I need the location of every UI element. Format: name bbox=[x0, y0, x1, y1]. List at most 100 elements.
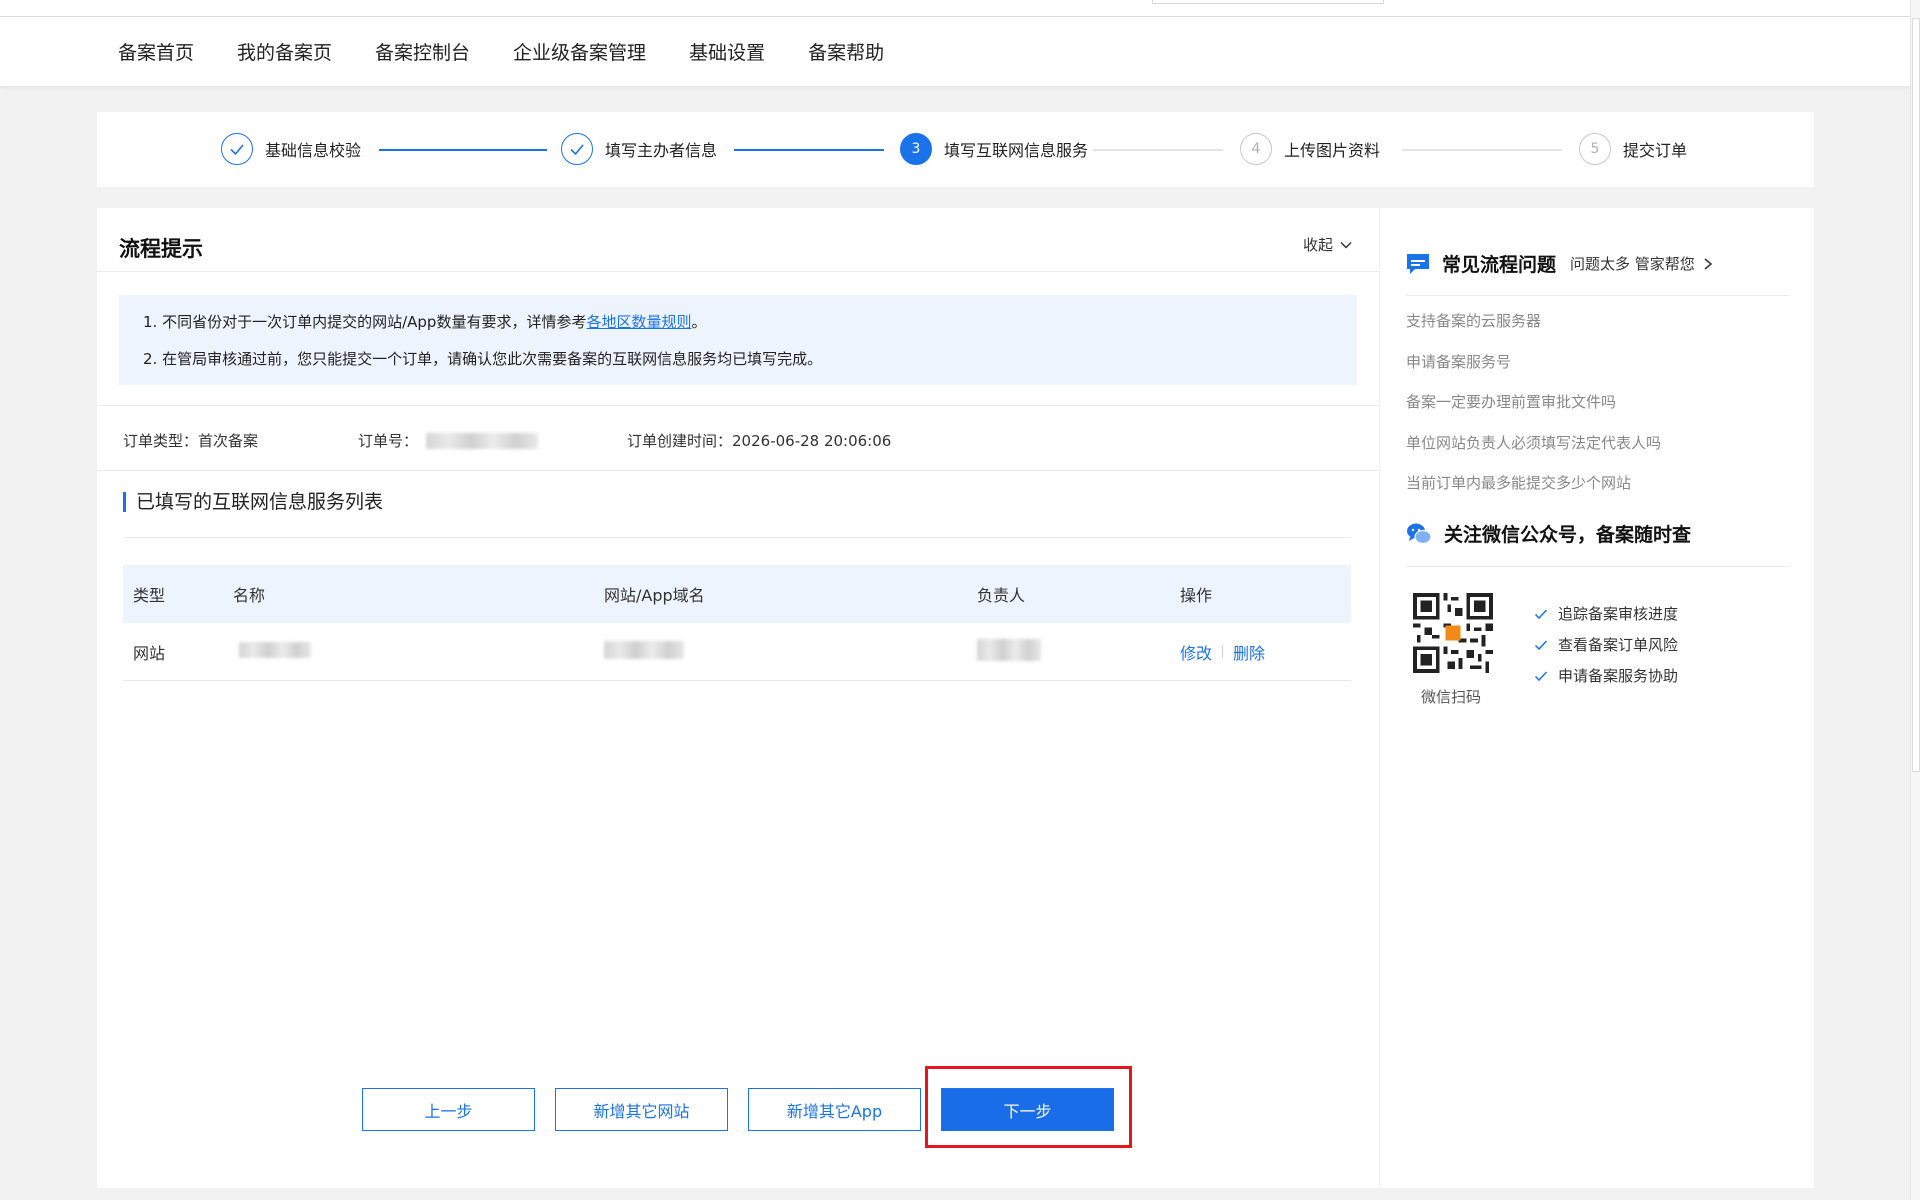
main-panel: 流程提示 收起 1. 不同省份对于一次订单内提交的网站/App数量有要求，详情参… bbox=[97, 208, 1379, 1188]
tip-text: 1. 不同省份对于一次订单内提交的网站/App数量有要求，详情参考 bbox=[143, 313, 587, 331]
collapse-button[interactable]: 收起 bbox=[1303, 234, 1353, 255]
chevron-right-icon bbox=[1704, 257, 1712, 270]
step-connector bbox=[1402, 149, 1562, 151]
col-owner: 负责人 bbox=[977, 586, 1026, 605]
order-number-label: 订单号： bbox=[358, 432, 419, 450]
divider bbox=[97, 405, 1379, 406]
main-nav: 备案首页 我的备案页 备案控制台 企业级备案管理 基础设置 备案帮助 bbox=[0, 17, 1910, 86]
progress-stepper: 基础信息校验 填写主办者信息 3 填写互联网信息服务 4 上传图片资料 5 提交… bbox=[97, 112, 1814, 187]
feature-text: 查看备案订单风险 bbox=[1558, 636, 1679, 654]
nav-item-settings[interactable]: 基础设置 bbox=[689, 38, 765, 65]
row-actions: 修改 删除 bbox=[1180, 640, 1351, 664]
step-label: 基础信息校验 bbox=[265, 141, 362, 160]
edit-link[interactable]: 修改 bbox=[1180, 640, 1212, 664]
step-upload-images: 4 上传图片资料 bbox=[1240, 132, 1380, 166]
redacted-order-number bbox=[426, 432, 539, 449]
order-number: 订单号： bbox=[358, 430, 539, 451]
order-time-label: 订单创建时间： bbox=[627, 432, 733, 450]
tip-box: 1. 不同省份对于一次订单内提交的网站/App数量有要求，详情参考各地区数量规则… bbox=[119, 295, 1357, 385]
col-actions: 操作 bbox=[1180, 586, 1213, 605]
divider bbox=[1406, 566, 1790, 567]
feature-text: 追踪备案审核进度 bbox=[1558, 605, 1679, 623]
divider bbox=[123, 537, 1351, 538]
wechat-icon bbox=[1407, 523, 1432, 544]
order-type: 订单类型： 首次备案 bbox=[123, 430, 258, 451]
wechat-feature: 申请备案服务协助 bbox=[1534, 665, 1678, 686]
step-number: 5 bbox=[1579, 133, 1611, 165]
top-search-box[interactable] bbox=[1152, 0, 1384, 4]
page-scrollbar[interactable] bbox=[1910, 0, 1920, 1200]
wechat-feature: 查看备案订单风险 bbox=[1534, 634, 1678, 655]
redacted-domain bbox=[604, 640, 684, 659]
redacted-owner bbox=[977, 638, 1041, 661]
col-domain: 网站/App域名 bbox=[604, 586, 705, 605]
step-label: 填写互联网信息服务 bbox=[944, 141, 1089, 160]
check-icon bbox=[221, 133, 253, 165]
faq-help-link[interactable]: 问题太多 管家帮您 bbox=[1570, 253, 1715, 274]
tip-line-1: 1. 不同省份对于一次订单内提交的网站/App数量有要求，详情参考各地区数量规则… bbox=[143, 312, 1357, 332]
region-rules-link[interactable]: 各地区数量规则 bbox=[586, 313, 691, 331]
divider bbox=[97, 470, 1379, 471]
nav-item-enterprise[interactable]: 企业级备案管理 bbox=[513, 38, 646, 65]
feature-text: 申请备案服务协助 bbox=[1558, 667, 1679, 685]
step-connector bbox=[1093, 149, 1223, 151]
service-table: 类型 名称 网站/App域名 负责人 操作 网站 修改 删除 bbox=[123, 565, 1351, 681]
step-label: 上传图片资料 bbox=[1284, 141, 1381, 160]
wechat-feature: 追踪备案审核进度 bbox=[1534, 603, 1678, 624]
nav-item-console[interactable]: 备案控制台 bbox=[375, 38, 470, 65]
wechat-qr-code bbox=[1413, 593, 1493, 677]
wechat-title: 关注微信公众号，备案随时查 bbox=[1444, 524, 1692, 546]
tip-text: 。 bbox=[691, 313, 707, 331]
check-icon bbox=[561, 133, 593, 165]
row-owner bbox=[977, 638, 1180, 665]
tip-line-2: 2. 在管局审核通过前，您只能提交一个订单，请确认您此次需要备案的互联网信息服务… bbox=[143, 350, 823, 368]
row-domain bbox=[604, 640, 977, 663]
nav-item-home[interactable]: 备案首页 bbox=[118, 38, 194, 65]
faq-question[interactable]: 支持备案的云服务器 bbox=[1406, 310, 1541, 331]
chevron-down-icon bbox=[1340, 241, 1352, 249]
col-name: 名称 bbox=[233, 586, 266, 605]
check-icon bbox=[1534, 608, 1548, 619]
step-connector bbox=[379, 149, 547, 151]
redacted-name bbox=[239, 641, 311, 658]
qr-code-icon bbox=[1413, 593, 1493, 673]
service-list-title: 已填写的互联网信息服务列表 bbox=[123, 492, 383, 512]
table-row: 网站 修改 删除 bbox=[123, 623, 1351, 681]
delete-link[interactable]: 删除 bbox=[1233, 640, 1265, 664]
step-connector bbox=[734, 149, 884, 151]
add-app-button[interactable]: 新增其它App bbox=[748, 1088, 921, 1131]
qr-label: 微信扫码 bbox=[1421, 688, 1482, 706]
check-icon bbox=[1534, 639, 1548, 650]
action-separator bbox=[1222, 645, 1224, 658]
faq-question[interactable]: 备案一定要办理前置审批文件吗 bbox=[1406, 391, 1616, 412]
order-time-value: 2026-06-28 20:06:06 bbox=[732, 431, 892, 450]
step-submit-order: 5 提交订单 bbox=[1579, 132, 1687, 166]
nav-item-my-filing[interactable]: 我的备案页 bbox=[237, 38, 332, 65]
faq-title: 常见流程问题 bbox=[1442, 254, 1557, 276]
step-sponsor-info: 填写主办者信息 bbox=[561, 132, 717, 166]
scrollbar-thumb[interactable] bbox=[1912, 18, 1920, 772]
collapse-label: 收起 bbox=[1302, 236, 1333, 254]
flow-title: 流程提示 bbox=[119, 237, 203, 261]
row-name bbox=[231, 641, 604, 662]
faq-question[interactable]: 当前订单内最多能提交多少个网站 bbox=[1406, 472, 1631, 493]
table-header: 类型 名称 网站/App域名 负责人 操作 bbox=[123, 565, 1351, 623]
divider bbox=[1406, 295, 1790, 296]
nav-item-help[interactable]: 备案帮助 bbox=[808, 38, 884, 65]
order-type-label: 订单类型： bbox=[123, 432, 199, 450]
faq-question[interactable]: 申请备案服务号 bbox=[1406, 351, 1511, 372]
faq-help-text: 问题太多 管家帮您 bbox=[1570, 255, 1695, 273]
add-website-button[interactable]: 新增其它网站 bbox=[555, 1088, 728, 1131]
step-number: 3 bbox=[900, 133, 932, 165]
step-number: 4 bbox=[1240, 133, 1272, 165]
faq-question[interactable]: 单位网站负责人必须填写法定代表人吗 bbox=[1406, 432, 1661, 453]
next-step-button[interactable]: 下一步 bbox=[941, 1088, 1114, 1131]
prev-step-button[interactable]: 上一步 bbox=[362, 1088, 535, 1131]
check-icon bbox=[1534, 670, 1548, 681]
order-type-value: 首次备案 bbox=[198, 432, 259, 450]
order-time: 订单创建时间： 2026-06-28 20:06:06 bbox=[627, 430, 891, 451]
step-label: 提交订单 bbox=[1623, 141, 1688, 160]
wechat-header: 关注微信公众号，备案随时查 bbox=[1406, 520, 1691, 547]
step-internet-service: 3 填写互联网信息服务 bbox=[900, 132, 1088, 166]
chat-icon bbox=[1407, 253, 1429, 274]
